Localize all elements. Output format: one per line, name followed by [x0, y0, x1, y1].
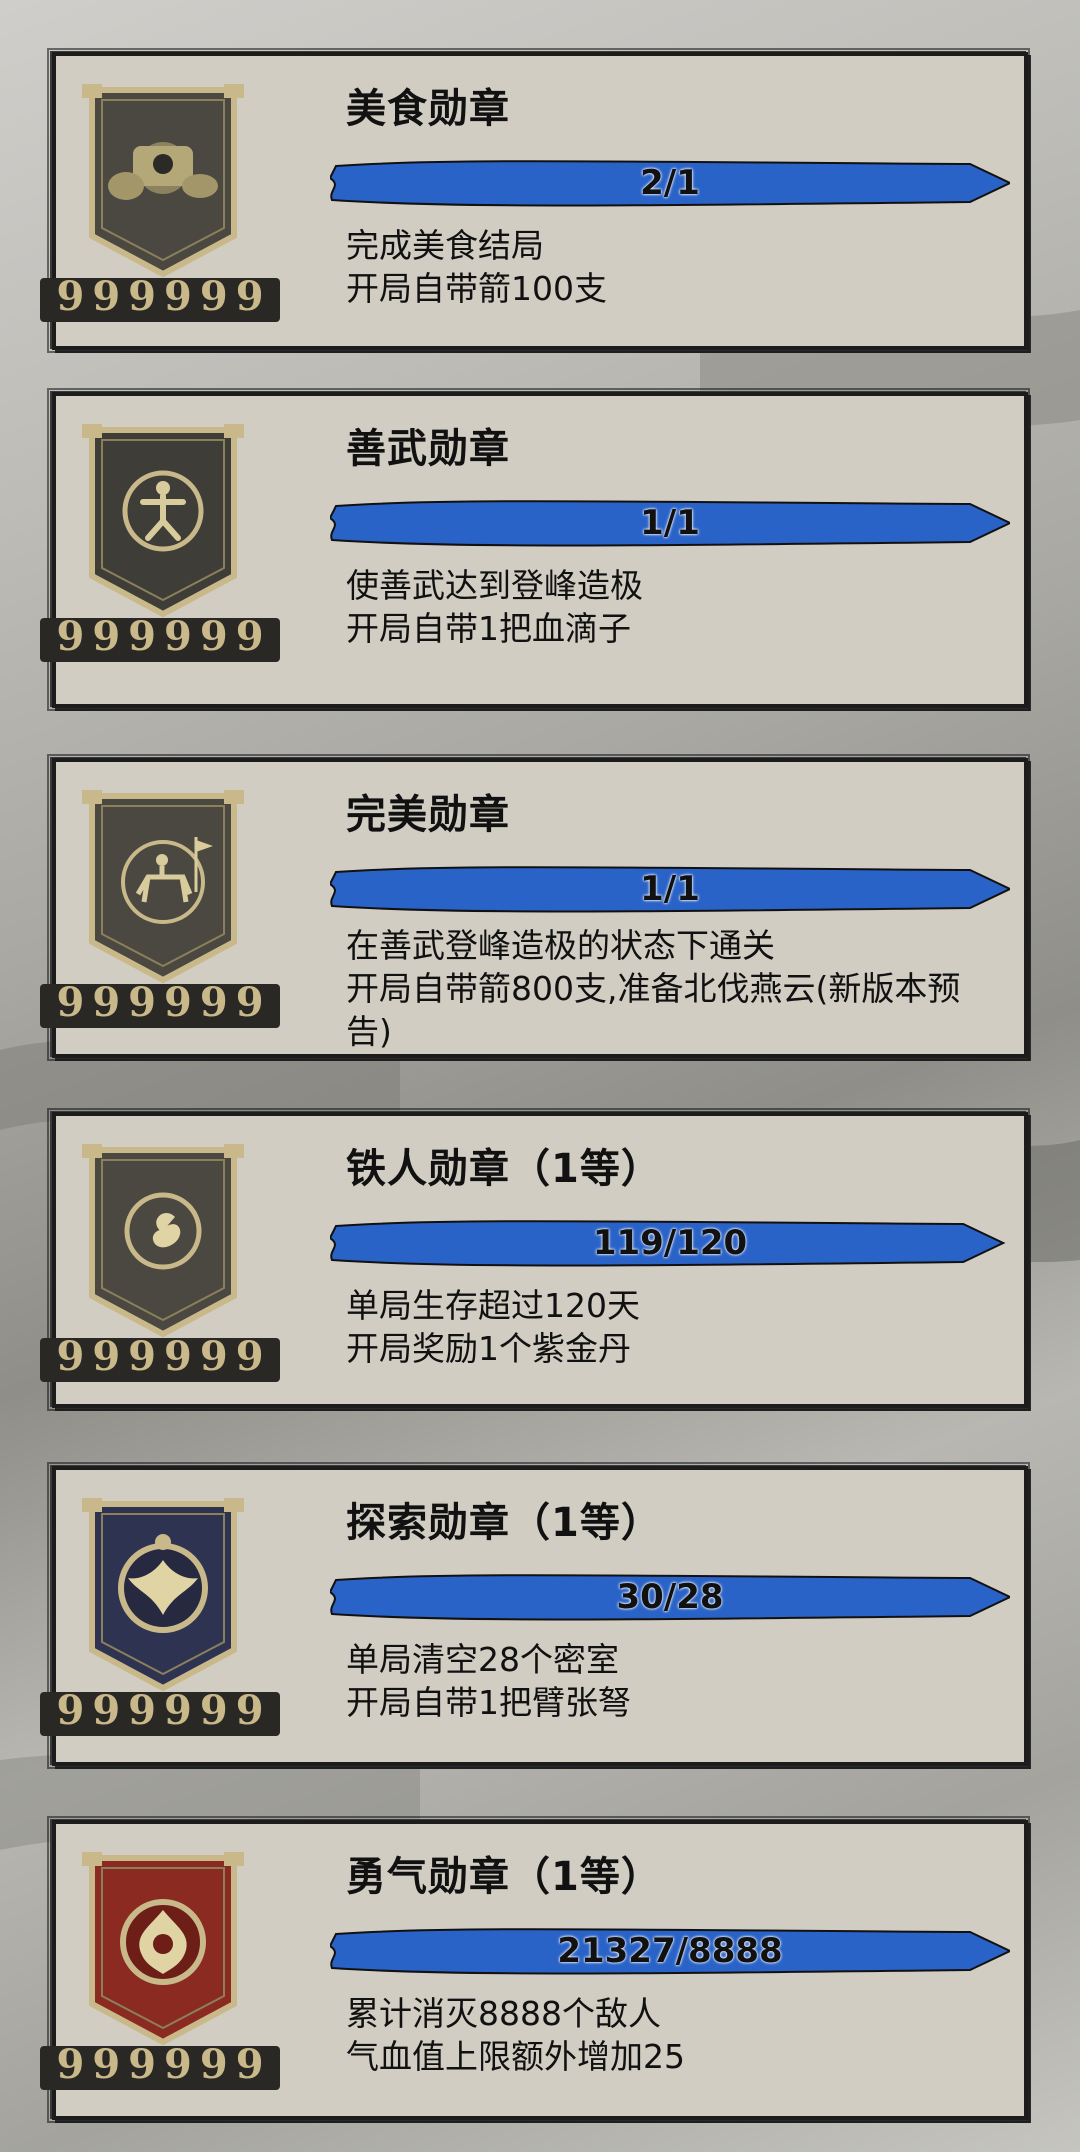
medal-description: 单局清空28个密室 开局自带1把臂张弩	[346, 1638, 996, 1724]
requirement-text: 使善武达到登峰造极	[346, 566, 643, 605]
medal-description: 累计消灭8888个敌人 气血值上限额外增加25	[346, 1992, 996, 2078]
star-icon: 9	[199, 1687, 228, 1734]
star-icon: 9	[164, 2041, 192, 2088]
requirement-text: 单局清空28个密室	[346, 1640, 619, 1679]
star-icon: 9	[92, 273, 121, 320]
progress-bar: 1/1	[330, 862, 1010, 916]
medal-badge-icon	[78, 1136, 248, 1346]
star-icon: 9	[56, 1687, 85, 1734]
progress-value: 21327/8888	[557, 1931, 783, 1971]
rating-stars: 999999	[40, 1687, 280, 1736]
medal-badge-icon	[78, 76, 248, 286]
medal-title: 勇气勋章（1等）	[346, 1854, 662, 1900]
phoenix-icon	[82, 1498, 244, 1692]
progress-value: 119/120	[592, 1223, 748, 1263]
reward-text: 开局自带箭800支,准备北伐燕云(新版本预告)	[346, 969, 961, 1051]
star-icon: 9	[56, 1333, 85, 1380]
star-icon: 9	[92, 979, 121, 1026]
food-icon	[82, 84, 244, 278]
star-icon: 9	[235, 979, 264, 1026]
star-icon: 9	[92, 1333, 121, 1380]
star-icon: 9	[164, 1333, 192, 1380]
star-icon: 9	[128, 273, 156, 320]
progress-bar: 1/1	[330, 496, 1010, 550]
star-icon: 9	[56, 273, 85, 320]
medal-description: 单局生存超过120天 开局奖励1个紫金丹	[346, 1284, 996, 1370]
star-icon: 9	[128, 979, 156, 1026]
medal-badge-icon	[78, 416, 248, 626]
flame-icon	[82, 1852, 244, 2046]
medal-title: 完美勋章	[346, 792, 510, 838]
star-icon: 9	[235, 1687, 264, 1734]
requirement-text: 单局生存超过120天	[346, 1286, 640, 1325]
requirement-text: 完成美食结局	[346, 226, 544, 265]
medal-badge-icon	[78, 1844, 248, 2054]
star-icon: 9	[164, 273, 192, 320]
star-icon: 9	[92, 1687, 121, 1734]
progress-value: 1/1	[640, 869, 700, 909]
star-icon: 9	[56, 2041, 85, 2088]
reward-text: 气血值上限额外增加25	[346, 2037, 685, 2076]
medal-badge-icon	[78, 1490, 248, 1700]
progress-bar: 2/1	[330, 156, 1010, 210]
medal-description: 完成美食结局开局自带箭100支	[346, 224, 996, 310]
horseman-icon	[82, 790, 244, 984]
reward-text: 开局自带1把臂张弩	[346, 1683, 631, 1722]
medal-title: 善武勋章	[346, 426, 510, 472]
star-icon: 9	[199, 979, 228, 1026]
progress-bar: 21327/8888	[330, 1924, 1010, 1978]
progress-value: 30/28	[616, 1577, 724, 1617]
medal-badge-icon	[78, 782, 248, 992]
medal-title: 美食勋章	[346, 86, 510, 132]
star-icon: 9	[235, 1333, 264, 1380]
swirl-icon	[82, 1144, 244, 1338]
star-icon: 9	[164, 1687, 192, 1734]
star-icon: 9	[56, 613, 85, 660]
reward-text: 开局奖励1个紫金丹	[346, 1329, 631, 1368]
rating-stars: 999999	[40, 273, 280, 322]
star-icon: 9	[199, 1333, 228, 1380]
star-icon: 9	[128, 1687, 156, 1734]
star-icon: 9	[235, 273, 264, 320]
star-icon: 9	[235, 2041, 264, 2088]
star-icon: 9	[164, 979, 192, 1026]
rating-stars: 999999	[40, 613, 280, 662]
medal-description: 在善武登峰造极的状态下通关开局自带箭800支,准备北伐燕云(新版本预告)	[346, 924, 996, 1053]
requirement-text: 在善武登峰造极的状态下通关	[346, 926, 775, 965]
star-icon: 9	[128, 1333, 156, 1380]
star-icon: 9	[92, 613, 121, 660]
progress-bar: 119/120	[330, 1216, 1010, 1270]
medal-title: 铁人勋章（1等）	[346, 1146, 662, 1192]
star-icon: 9	[199, 2041, 228, 2088]
rating-stars: 999999	[40, 979, 280, 1028]
reward-text: 开局自带1把血滴子	[346, 609, 631, 648]
rating-stars: 999999	[40, 2041, 280, 2090]
star-icon: 9	[56, 979, 85, 1026]
requirement-text: 累计消灭8888个敌人	[346, 1994, 661, 2033]
medal-description: 使善武达到登峰造极 开局自带1把血滴子	[346, 564, 996, 650]
progress-value: 2/1	[640, 163, 700, 203]
star-icon: 9	[199, 613, 228, 660]
star-icon: 9	[92, 2041, 121, 2088]
star-icon: 9	[128, 2041, 156, 2088]
progress-bar: 30/28	[330, 1570, 1010, 1624]
star-icon: 9	[235, 613, 264, 660]
star-icon: 9	[199, 273, 228, 320]
medal-title: 探索勋章（1等）	[346, 1500, 662, 1546]
star-icon: 9	[164, 613, 192, 660]
star-icon: 9	[128, 613, 156, 660]
reward-text: 开局自带箭100支	[346, 269, 607, 308]
progress-value: 1/1	[640, 503, 700, 543]
martial-artist-icon	[82, 424, 244, 618]
rating-stars: 999999	[40, 1333, 280, 1382]
